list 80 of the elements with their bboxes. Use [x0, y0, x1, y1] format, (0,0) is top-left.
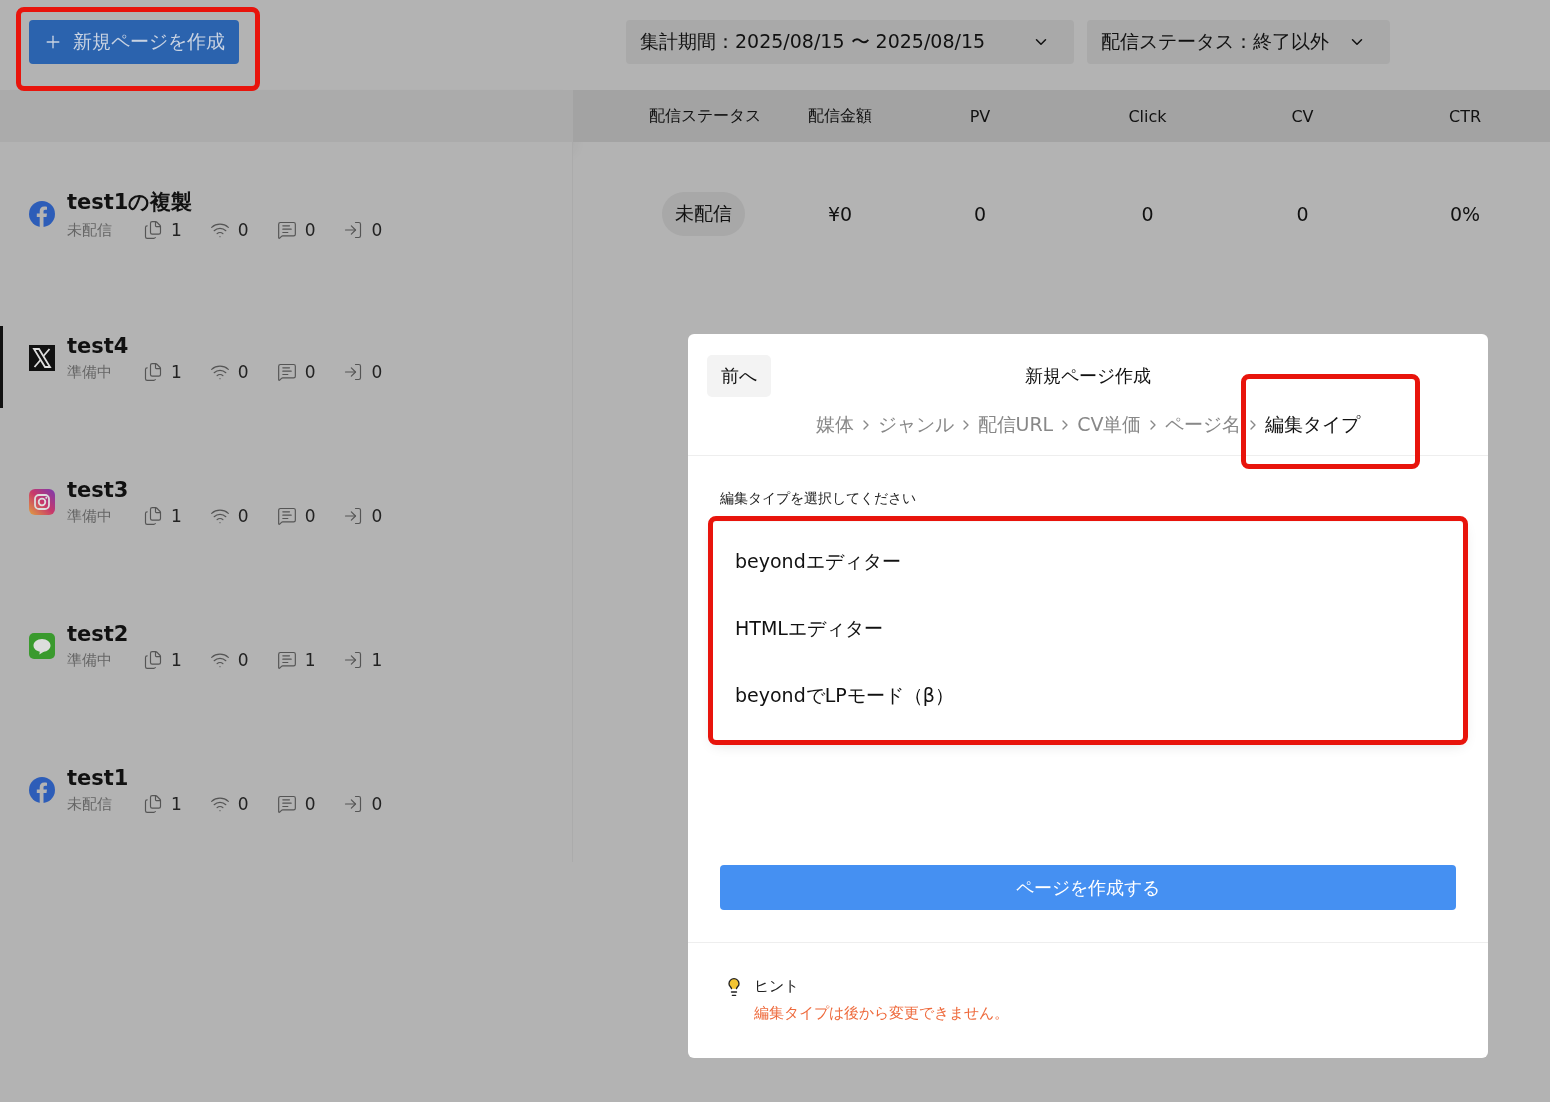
page-name: test1	[67, 766, 130, 790]
enter-arrow-icon	[343, 220, 364, 240]
dialog-title: 新規ページ作成	[1025, 364, 1151, 388]
page-name: test3	[67, 478, 130, 502]
page-name: test1の複製	[67, 189, 194, 216]
stat-count: 0	[304, 506, 316, 526]
chat-icon	[276, 220, 297, 240]
documents-icon	[143, 650, 163, 670]
breadcrumb-step: 媒体	[815, 412, 854, 438]
option-item[interactable]: HTMLエディター	[712, 595, 1464, 662]
enter-arrow-icon	[343, 650, 364, 670]
breadcrumb-step: ページ名	[1165, 412, 1242, 438]
stat-count: 0	[237, 650, 249, 670]
documents-icon	[143, 794, 163, 814]
filter-dropdown[interactable]: 集計期間：2025/08/15 〜 2025/08/15	[626, 20, 1074, 64]
column-header: PV	[968, 106, 992, 126]
stat-count: 0	[371, 794, 383, 814]
stat-count: 0	[371, 362, 383, 382]
stat-count: 1	[171, 220, 182, 240]
table-cell-text: ¥0	[826, 203, 854, 225]
stat-count: 1	[171, 362, 182, 382]
stat-count: 1	[304, 650, 316, 670]
page-name: test4	[67, 334, 130, 358]
table-cell-text: 0	[1295, 203, 1310, 225]
enter-arrow-icon	[343, 506, 364, 526]
stat-count: 0	[371, 506, 383, 526]
option-item[interactable]: beyondでLPモード（β）	[712, 662, 1464, 729]
status-text: 準備中	[67, 362, 113, 382]
chat-bubble-icon	[29, 633, 55, 659]
stat-count: 1	[171, 650, 182, 670]
stat-count: 0	[371, 220, 383, 240]
field-label: 編集タイプを選択してください	[720, 490, 917, 508]
column-header: CV	[1290, 106, 1315, 126]
table-cell-text: 0	[972, 203, 988, 225]
enter-arrow-icon	[343, 794, 364, 814]
documents-icon	[143, 362, 163, 382]
instagram-icon	[29, 489, 55, 515]
facebook-icon	[29, 201, 55, 227]
x-logo-icon	[29, 345, 55, 371]
stat-count: 1	[371, 650, 383, 670]
breadcrumb-step: ジャンル	[877, 412, 954, 438]
stat-count: 0	[237, 506, 249, 526]
chat-icon	[276, 506, 297, 526]
hint-title: ヒント	[754, 977, 800, 996]
chat-icon	[276, 794, 297, 814]
breadcrumb-step: 編集タイプ	[1265, 412, 1361, 438]
breadcrumb-step: CV単価	[1077, 412, 1142, 438]
option-item[interactable]: beyondエディター	[712, 528, 1464, 595]
stat-count: 0	[304, 362, 316, 382]
back-button[interactable]: 前へ	[707, 355, 771, 397]
stat-count: 1	[171, 794, 182, 814]
column-header: 配信ステータス	[648, 105, 762, 127]
stat-count: 0	[237, 220, 249, 240]
chat-icon	[276, 362, 297, 382]
status-text: 準備中	[67, 506, 113, 526]
status-text: 未配信	[67, 220, 113, 240]
chat-icon	[276, 650, 297, 670]
page-name: test2	[67, 622, 130, 646]
column-header: 配信金額	[807, 105, 873, 127]
table-cell-text: 0%	[1448, 203, 1482, 225]
stat-count: 1	[171, 506, 182, 526]
enter-arrow-icon	[343, 362, 364, 382]
documents-icon	[143, 220, 163, 240]
stat-count: 0	[304, 794, 316, 814]
page-list-item[interactable]: test4 準備中 1 0 0 0	[0, 286, 573, 430]
table-cell-text: 0	[1140, 203, 1155, 225]
column-header: Click	[1127, 106, 1168, 126]
hint-text: 編集タイプは後から変更できません。	[754, 1004, 1009, 1023]
status-text: 準備中	[67, 650, 113, 670]
stat-count: 0	[304, 220, 316, 240]
status-badge: 未配信	[662, 192, 745, 236]
status-text: 未配信	[67, 794, 113, 814]
column-header: CTR	[1447, 106, 1483, 126]
documents-icon	[143, 506, 163, 526]
breadcrumb-step: 配信URL	[977, 412, 1054, 438]
stat-count: 0	[237, 362, 249, 382]
facebook-icon	[29, 777, 55, 803]
filter-dropdown[interactable]: 配信ステータス：終了以外	[1087, 20, 1390, 64]
stat-count: 0	[237, 794, 249, 814]
create-page-button[interactable]: 新規ページを作成	[29, 20, 239, 64]
